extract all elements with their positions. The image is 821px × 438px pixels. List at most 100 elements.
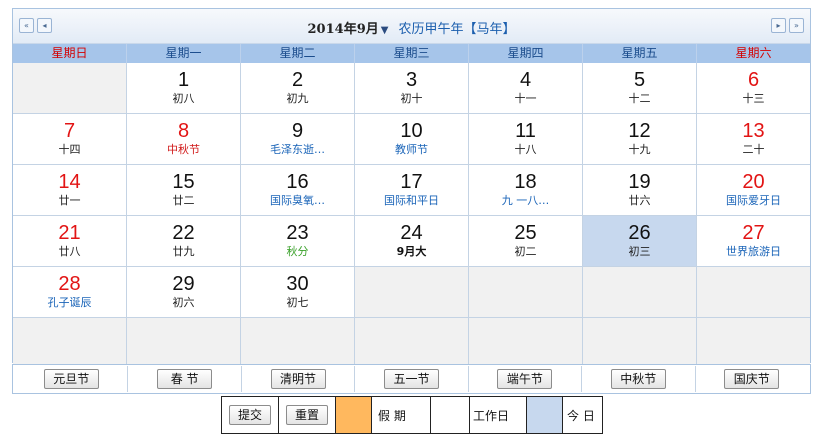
day-lunar: 廿九 [172, 245, 195, 258]
day-lunar: 初三 [628, 245, 651, 258]
day-cell[interactable]: 22 廿九 [127, 216, 241, 266]
spring-festival-button[interactable]: 春 节 [157, 369, 213, 389]
day-festival: 九 一八… [501, 194, 550, 207]
submit-button[interactable]: 提交 [229, 405, 271, 425]
weekday-sun: 星期日 [13, 44, 127, 63]
day-cell[interactable]: 16 国际臭氧… [241, 165, 355, 215]
today-swatch [527, 397, 563, 433]
day-cell[interactable]: 24 9月大 [355, 216, 469, 266]
day-lunar: 廿六 [628, 194, 651, 207]
day-cell[interactable]: 17 国际和平日 [355, 165, 469, 215]
day-number: 23 [286, 222, 309, 244]
year-month-label: 2014年9月 [307, 22, 379, 37]
day-number: 11 [515, 120, 536, 142]
day-number: 12 [628, 120, 651, 142]
weekday-thu: 星期四 [469, 44, 583, 63]
mid-autumn-button[interactable]: 中秋节 [610, 369, 666, 389]
day-cell[interactable]: 2 初九 [241, 63, 355, 113]
day-cell[interactable]: 1 初八 [127, 63, 241, 113]
qingming-button[interactable]: 清明节 [270, 369, 326, 389]
chevron-down-icon[interactable]: ▼ [381, 25, 389, 36]
week-row: 14 廿一 15 廿二 16 国际臭氧… 17 国际和平日 18 九 一八… 19 廿六 2… [13, 164, 810, 215]
day-lunar: 初八 [172, 92, 195, 105]
weekday-mon: 星期一 [127, 44, 241, 63]
day-festival: 国际臭氧… [270, 194, 325, 207]
day-cell-empty [583, 318, 697, 368]
day-lunar: 十四 [58, 143, 81, 156]
day-cell[interactable]: 13 二十 [697, 114, 810, 164]
holiday-slot: 端午节 [469, 366, 583, 392]
day-cell[interactable]: 11 十八 [469, 114, 583, 164]
day-festival: 世界旅游日 [726, 245, 781, 258]
day-lunar: 初九 [286, 92, 309, 105]
workday-label: 工作日 [470, 397, 527, 433]
day-number: 13 [742, 120, 765, 142]
day-cell[interactable]: 19 廿六 [583, 165, 697, 215]
day-number: 5 [633, 69, 646, 91]
week-row: 21 廿八 22 廿九 23 秋分 24 9月大 25 初二 26 初三 27 世界旅游日 [13, 215, 810, 266]
holiday-swatch [336, 397, 372, 433]
next-year-icon[interactable]: » [789, 18, 804, 33]
day-number: 3 [405, 69, 418, 91]
day-cell[interactable]: 3 初十 [355, 63, 469, 113]
day-number: 18 [514, 171, 537, 193]
labor-day-button[interactable]: 五一节 [383, 369, 439, 389]
day-cell[interactable]: 10 教师节 [355, 114, 469, 164]
day-cell[interactable]: 18 九 一八… [469, 165, 583, 215]
calendar-grid: 1 初八 2 初九 3 初十 4 十一 5 十二 6 十三 7 十四 8 中秋节 9 毛泽东逝… … [13, 63, 810, 368]
day-cell[interactable]: 5 十二 [583, 63, 697, 113]
day-lunar: 十九 [628, 143, 651, 156]
day-cell[interactable]: 14 廿一 [13, 165, 127, 215]
day-cell[interactable]: 28 孔子诞辰 [13, 267, 127, 317]
day-cell[interactable]: 21 廿八 [13, 216, 127, 266]
day-cell-today[interactable]: 26 初三 [583, 216, 697, 266]
day-number: 8 [177, 120, 190, 142]
day-cell[interactable]: 27 世界旅游日 [697, 216, 810, 266]
day-number: 10 [400, 120, 423, 142]
day-cell[interactable]: 30 初七 [241, 267, 355, 317]
national-day-button[interactable]: 国庆节 [724, 369, 780, 389]
day-cell-empty [13, 63, 127, 113]
week-row: 1 初八 2 初九 3 初十 4 十一 5 十二 6 十三 [13, 63, 810, 113]
day-cell-empty [583, 267, 697, 317]
day-solar-term: 秋分 [286, 245, 309, 258]
reset-button[interactable]: 重置 [286, 405, 328, 425]
day-lunar-month: 9月大 [396, 245, 427, 258]
day-cell-empty [469, 318, 583, 368]
day-cell[interactable]: 7 十四 [13, 114, 127, 164]
day-cell[interactable]: 23 秋分 [241, 216, 355, 266]
day-lunar: 十二 [628, 92, 651, 105]
day-lunar: 二十 [742, 143, 765, 156]
workday-swatch [431, 397, 470, 433]
new-year-button[interactable]: 元旦节 [43, 369, 99, 389]
weekday-fri: 星期五 [583, 44, 697, 63]
legend-bar: 提交 重置 假 期 工作日 今 日 [221, 396, 603, 434]
day-cell[interactable]: 29 初六 [127, 267, 241, 317]
lunar-year-label: 农历甲午年【马年】 [398, 22, 516, 37]
day-cell[interactable]: 8 中秋节 [127, 114, 241, 164]
day-cell[interactable]: 25 初二 [469, 216, 583, 266]
day-number: 4 [519, 69, 532, 91]
day-cell[interactable]: 15 廿二 [127, 165, 241, 215]
day-cell[interactable]: 12 十九 [583, 114, 697, 164]
day-number: 1 [177, 69, 190, 91]
week-row: 28 孔子诞辰 29 初六 30 初七 [13, 266, 810, 317]
day-number: 7 [63, 120, 76, 142]
holiday-slot: 国庆节 [696, 366, 808, 392]
day-cell[interactable]: 6 十三 [697, 63, 810, 113]
day-number: 17 [400, 171, 423, 193]
day-cell[interactable]: 9 毛泽东逝… [241, 114, 355, 164]
week-row [13, 317, 810, 368]
year-month-select[interactable]: 2014年9月 ▼ [308, 22, 389, 37]
day-festival: 中秋节 [167, 143, 200, 156]
day-cell[interactable]: 20 国际爱牙日 [697, 165, 810, 215]
day-cell-empty [127, 318, 241, 368]
dragon-boat-button[interactable]: 端午节 [497, 369, 553, 389]
day-cell[interactable]: 4 十一 [469, 63, 583, 113]
legend-submit-cell: 提交 [222, 397, 279, 433]
next-month-icon[interactable]: ▸ [771, 18, 786, 33]
day-lunar: 十三 [742, 92, 765, 105]
calendar: « ◂ 2014年9月 ▼ 农历甲午年【马年】 ▸ » 星期日 星期一 星期二 星期… [12, 8, 811, 368]
day-number: 14 [58, 171, 81, 193]
day-lunar: 廿八 [58, 245, 81, 258]
